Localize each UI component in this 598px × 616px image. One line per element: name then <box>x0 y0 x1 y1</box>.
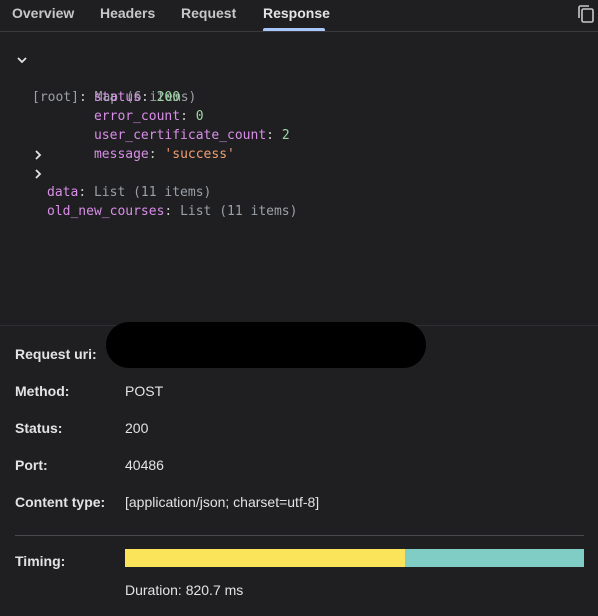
tree-field-row[interactable]: status: 200 <box>47 69 180 105</box>
timing-bar <box>125 549 584 567</box>
tree-collapsed-row[interactable]: data: List (11 items) <box>32 145 211 200</box>
method-label: Method: <box>15 383 70 399</box>
chevron-right-icon[interactable] <box>32 168 44 180</box>
status-label: Status: <box>15 420 63 436</box>
request-uri-label: Request uri: <box>15 346 97 362</box>
content-type-label: Content type: <box>15 494 106 510</box>
field-value: 2 <box>281 128 290 143</box>
active-tab-indicator <box>263 28 325 31</box>
timing-label: Timing: <box>15 553 66 569</box>
field-type: List (11 items) <box>180 204 298 219</box>
port-label: Port: <box>15 457 48 473</box>
tab-request[interactable]: Request <box>181 0 236 31</box>
redacted-request-uri <box>106 322 426 368</box>
tab-overview[interactable]: Overview <box>12 0 74 31</box>
field-key: old_new_courses <box>47 204 165 219</box>
duration-text: Duration: 820.7 ms <box>125 582 244 598</box>
tree-field-row[interactable]: message: 'success' <box>47 126 235 162</box>
chevron-right-icon[interactable] <box>32 149 44 161</box>
timing-wait-segment <box>125 549 405 567</box>
tree-field-row[interactable]: error_count: 0 <box>47 88 204 124</box>
response-inspector: Overview Headers Request Response [root]… <box>0 0 598 616</box>
method-value: POST <box>125 383 164 399</box>
chevron-down-icon[interactable] <box>16 54 28 66</box>
timing-receive-segment <box>404 549 584 567</box>
tab-bar: Overview Headers Request Response <box>0 0 598 32</box>
status-value: 200 <box>125 420 149 436</box>
tree-field-row[interactable]: user_certificate_count: 2 <box>47 107 290 143</box>
tab-headers[interactable]: Headers <box>100 0 155 31</box>
tree-collapsed-row[interactable]: old_new_courses: List (11 items) <box>32 164 297 219</box>
tab-response[interactable]: Response <box>263 0 330 31</box>
field-key: message <box>93 147 149 162</box>
content-type-value: [application/json; charset=utf-8] <box>125 494 320 510</box>
copy-icon[interactable] <box>576 4 596 24</box>
json-tree: [root]: Map (6 items) status: 200 error_… <box>0 48 598 318</box>
field-type: List (11 items) <box>93 185 212 200</box>
tree-root-row[interactable]: [root]: Map (6 items) <box>16 50 196 105</box>
port-value: 40486 <box>125 457 164 473</box>
divider <box>15 535 584 536</box>
field-value: 'success' <box>164 147 235 162</box>
